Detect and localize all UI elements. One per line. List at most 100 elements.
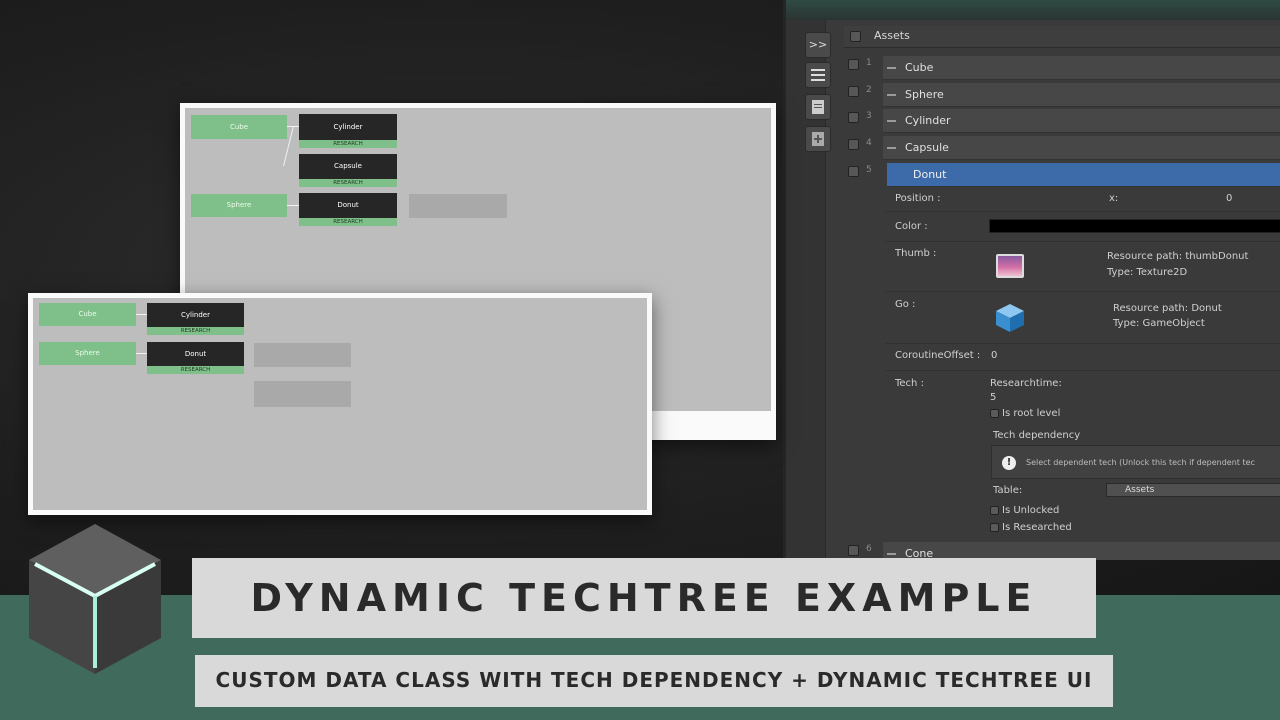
researched-label: Is Researched	[1002, 522, 1072, 533]
tech-node-donut[interactable]: Donut RESEARCH	[147, 342, 244, 374]
list-item-cube[interactable]: Cube	[883, 56, 1280, 80]
list-item-sphere[interactable]: Sphere	[883, 83, 1280, 107]
row-index: 4	[866, 138, 872, 148]
root-level-label: Is root level	[1002, 408, 1061, 419]
color-field[interactable]	[989, 219, 1280, 233]
research-tag: RESEARCH	[299, 140, 397, 148]
researchtime-label: Researchtime:	[990, 378, 1062, 389]
tech-node-cylinder[interactable]: Cylinder RESEARCH	[299, 114, 397, 148]
list-item-label: Donut	[913, 168, 947, 181]
thumb-label: Thumb :	[895, 248, 937, 259]
tech-node-cylinder[interactable]: Cylinder RESEARCH	[147, 303, 244, 335]
list-item-label: Cylinder	[905, 114, 951, 127]
tech-dependency-label: Tech dependency	[993, 430, 1081, 441]
list-view-button[interactable]	[805, 62, 831, 88]
row-checkbox[interactable]	[848, 166, 859, 177]
list-item-donut[interactable]: Donut	[887, 163, 1280, 187]
tech-node-label: Donut	[184, 350, 207, 358]
researchtime-field[interactable]: 5	[990, 392, 996, 403]
link-line	[135, 353, 147, 354]
row-index: 6	[866, 544, 872, 554]
inspector-top-strip	[786, 0, 1280, 20]
go-label: Go :	[895, 299, 916, 310]
divider	[886, 343, 1280, 344]
row-checkbox[interactable]	[848, 59, 859, 70]
expand-button[interactable]: >>	[805, 32, 831, 58]
thumbnail-image[interactable]	[996, 254, 1024, 278]
page-title: DYNAMIC TECHTREE EXAMPLE	[250, 576, 1038, 620]
color-label: Color :	[895, 221, 928, 232]
tech-node-label: Capsule	[334, 162, 362, 170]
go-type: Type: GameObject	[1113, 318, 1205, 329]
position-x-field[interactable]: 0	[1226, 193, 1232, 204]
divider	[886, 241, 1280, 242]
tech-node-cube[interactable]: Cube	[191, 115, 287, 139]
coroutine-offset-label: CoroutineOffset :	[895, 350, 981, 361]
add-document-button[interactable]	[805, 126, 831, 152]
tech-node-label: Cylinder	[181, 311, 210, 319]
add-document-icon	[812, 132, 824, 146]
list-icon	[811, 69, 825, 81]
page-subtitle: CUSTOM DATA CLASS WITH TECH DEPENDENCY +…	[215, 668, 1093, 692]
table-label: Table:	[993, 485, 1023, 496]
row-checkbox[interactable]	[848, 86, 859, 97]
collapse-icon[interactable]	[887, 94, 896, 96]
dependency-info-text: Select dependent tech (Unlock this tech …	[1026, 458, 1255, 467]
thumb-resource-path: Resource path: thumbDonut	[1107, 251, 1249, 262]
list-item-label: Cube	[905, 61, 934, 74]
tech-node-sphere[interactable]: Sphere	[191, 194, 287, 217]
divider	[886, 291, 1280, 292]
collapse-icon[interactable]	[887, 553, 896, 555]
research-tag: RESEARCH	[147, 327, 244, 335]
list-item-cylinder[interactable]: Cylinder	[883, 109, 1280, 133]
assets-header[interactable]: Assets	[844, 26, 1280, 48]
assets-checkbox[interactable]	[850, 31, 861, 42]
position-label: Position :	[895, 193, 941, 204]
tech-node-locked[interactable]	[254, 343, 351, 367]
collapse-icon[interactable]	[887, 147, 896, 149]
row-index: 2	[866, 85, 872, 95]
list-item-capsule[interactable]: Capsule	[883, 136, 1280, 160]
row-checkbox[interactable]	[848, 139, 859, 150]
row-checkbox[interactable]	[848, 545, 859, 556]
side-toolbar: >>	[786, 20, 831, 560]
tech-node-donut[interactable]: Donut RESEARCH	[299, 193, 397, 226]
row-index: 1	[866, 58, 872, 68]
subtitle-banner: CUSTOM DATA CLASS WITH TECH DEPENDENCY +…	[195, 655, 1113, 707]
tech-node-label: Cylinder	[333, 123, 363, 131]
tech-node-capsule[interactable]: Capsule RESEARCH	[299, 154, 397, 187]
techtree-screenshot-small: Cube Cylinder RESEARCH Sphere Donut RESE…	[28, 293, 652, 515]
tech-node-sphere[interactable]: Sphere	[39, 342, 136, 365]
link-line	[285, 205, 299, 206]
inspector-panel: >> Assets 1 Cube 2 Sphere 3 Cylinder 4 C…	[783, 0, 1280, 560]
row-checkbox[interactable]	[848, 112, 859, 123]
tech-node-locked[interactable]	[254, 381, 351, 407]
divider	[886, 211, 1280, 212]
cube-logo-icon	[29, 524, 161, 674]
research-tag: RESEARCH	[147, 366, 244, 374]
tech-node-cube[interactable]: Cube	[39, 303, 136, 326]
tech-node-locked[interactable]	[409, 194, 507, 218]
link-line	[135, 314, 147, 315]
collapse-icon[interactable]	[887, 67, 896, 69]
list-item-label: Capsule	[905, 141, 949, 154]
gameobject-cube-icon[interactable]	[994, 302, 1026, 334]
tech-node-label: Donut	[337, 201, 359, 209]
root-level-checkbox[interactable]	[990, 409, 999, 418]
thumb-type: Type: Texture2D	[1107, 267, 1188, 278]
title-banner: DYNAMIC TECHTREE EXAMPLE	[192, 558, 1096, 638]
row-index: 5	[866, 165, 872, 175]
list-item-label: Sphere	[905, 88, 944, 101]
assets-header-label: Assets	[874, 29, 910, 42]
unlocked-checkbox[interactable]	[990, 506, 999, 515]
collapse-icon[interactable]	[887, 120, 896, 122]
go-resource-path: Resource path: Donut	[1113, 303, 1222, 314]
table-select[interactable]: Assets	[1106, 483, 1280, 497]
coroutine-offset-field[interactable]: 0	[991, 350, 997, 361]
research-tag: RESEARCH	[299, 179, 397, 187]
position-x-label: x:	[1109, 193, 1119, 204]
dependency-info-box: ! Select dependent tech (Unlock this tec…	[991, 445, 1280, 479]
document-button[interactable]	[805, 94, 831, 120]
researched-checkbox[interactable]	[990, 523, 999, 532]
info-icon: !	[1002, 456, 1016, 470]
